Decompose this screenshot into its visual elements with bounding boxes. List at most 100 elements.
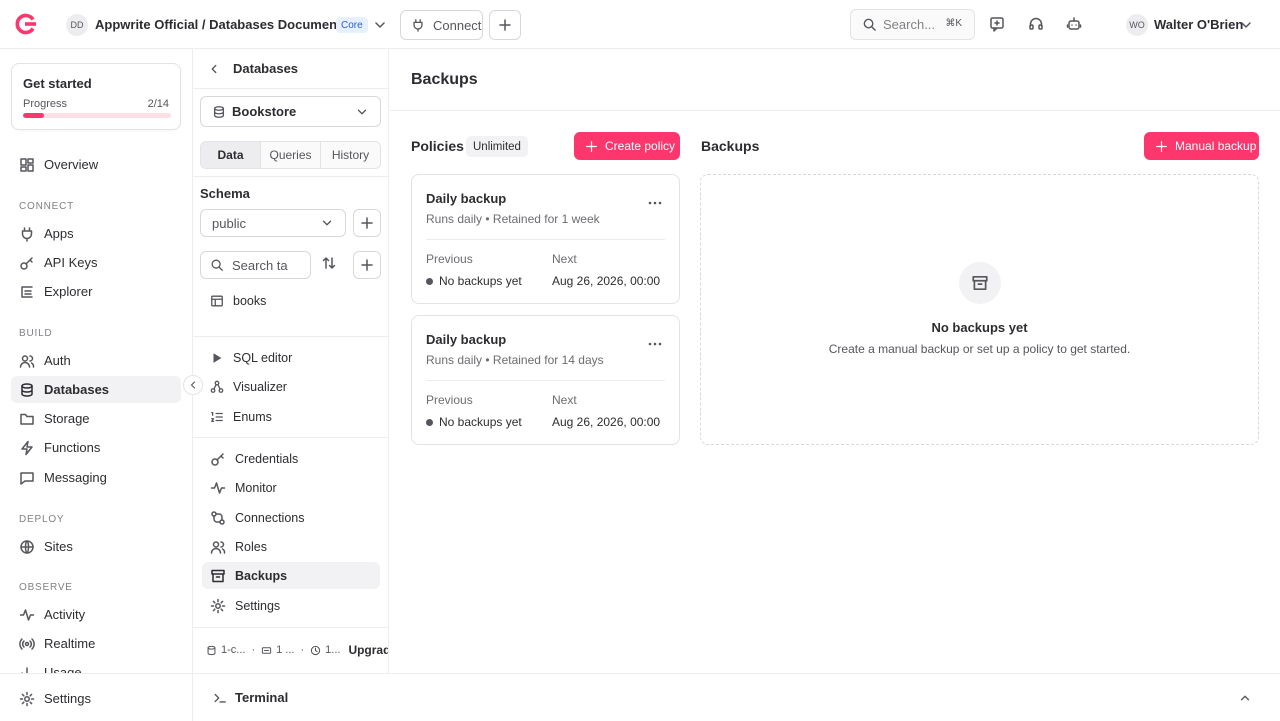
chevron-down-icon[interactable] [1238, 17, 1254, 33]
get-started-card[interactable]: Get started Progress 2/14 [11, 63, 181, 130]
connect-button[interactable]: Connect [400, 10, 483, 40]
backups-title: Backups [701, 138, 760, 154]
panel-item-roles[interactable]: Roles [202, 533, 380, 560]
assistant-bot-icon[interactable] [1066, 16, 1082, 32]
sidebar-item-label: Messaging [44, 470, 107, 485]
section-connect: CONNECT [19, 201, 75, 212]
plus-icon [361, 259, 373, 271]
divider [426, 380, 665, 381]
tool-item-visualizer[interactable]: Visualizer [202, 373, 380, 400]
sidebar-item-apps[interactable]: Apps [11, 220, 181, 247]
table-item-books[interactable]: books [202, 287, 380, 314]
database-icon [207, 645, 216, 655]
tool-item-enums[interactable]: Enums [202, 403, 380, 430]
sort-icon[interactable] [321, 255, 337, 271]
sidebar-item-auth[interactable]: Auth [11, 347, 181, 374]
usage-item: 1-c... [221, 644, 246, 656]
create-policy-button[interactable]: Create policy [574, 132, 680, 160]
bar-chart-icon [21, 667, 28, 673]
tool-label: Enums [233, 409, 272, 424]
key-icon [211, 452, 224, 466]
sidebar-item-label: Activity [44, 607, 86, 622]
sidebar-item-explorer[interactable]: Explorer [11, 278, 181, 305]
sidebar-item-sites[interactable]: Sites [11, 533, 181, 560]
status-dot [426, 277, 433, 285]
sidebar-item-storage[interactable]: Storage [11, 405, 181, 432]
user-avatar[interactable]: WO [1126, 14, 1148, 36]
tab-data[interactable]: Data [201, 142, 261, 168]
global-search[interactable]: Search... ⌘K [850, 9, 975, 40]
search-icon [863, 18, 876, 31]
chevron-left-icon [190, 381, 196, 389]
divider [193, 627, 388, 628]
previous-label: Previous [426, 393, 473, 407]
project-breadcrumb[interactable]: Appwrite Official / Databases Documentio… [95, 17, 361, 32]
table-icon [211, 295, 223, 306]
policies-title: Policies [411, 138, 464, 154]
back-to-databases[interactable]: Databases [193, 49, 388, 89]
project-avatar[interactable]: DD [66, 14, 88, 36]
table-search-input[interactable]: Search ta [200, 251, 311, 279]
next-label: Next [552, 393, 577, 407]
manual-backup-label: Manual backup [1175, 139, 1257, 153]
panel-item-label: Backups [235, 568, 288, 583]
panel-item-credentials[interactable]: Credentials [202, 445, 380, 472]
divider [0, 673, 193, 674]
gear-icon [210, 598, 226, 613]
next-value: Aug 26, 2026, 00:00 [552, 415, 661, 429]
more-options-icon[interactable] [647, 195, 663, 211]
usage-footer: 1-c... · 1 ... · 1... Upgrade [206, 643, 388, 657]
archive-icon [211, 569, 225, 582]
add-table-button[interactable] [353, 251, 381, 279]
status-dot [426, 418, 433, 426]
plus-icon [499, 19, 511, 31]
tool-item-sql-editor[interactable]: SQL editor [202, 344, 380, 371]
sidebar-item-label: Storage [44, 411, 90, 426]
sidebar-item-label: Functions [44, 440, 101, 455]
terminal-bar[interactable]: Terminal [193, 673, 1280, 721]
usage-item: 1... [325, 644, 341, 656]
sidebar-item-settings[interactable]: Settings [11, 685, 181, 712]
chevron-down-icon [357, 109, 367, 115]
appwrite-logo-icon[interactable] [15, 13, 37, 35]
add-schema-button[interactable] [353, 209, 381, 237]
more-options-icon[interactable] [647, 336, 663, 352]
chevron-up-icon[interactable] [1238, 691, 1252, 705]
progress-count: 2/14 [147, 98, 169, 110]
panel-item-monitor[interactable]: Monitor [202, 474, 380, 501]
graph-icon [210, 380, 224, 393]
tool-label: SQL editor [233, 350, 293, 365]
sidebar-item-realtime[interactable]: Realtime [11, 630, 181, 657]
policies-badge: Unlimited [466, 136, 528, 157]
upgrade-link[interactable]: Upgrade [348, 643, 388, 657]
sidebar-item-label: Realtime [44, 636, 96, 651]
panel-item-settings[interactable]: Settings [202, 592, 380, 619]
panel-item-connections[interactable]: Connections [202, 504, 380, 531]
sidebar-item-functions[interactable]: Functions [11, 434, 181, 461]
sidebar-item-usage[interactable]: Usage [11, 659, 181, 673]
collapse-sidebar-button[interactable] [183, 375, 203, 395]
feedback-icon[interactable] [989, 16, 1005, 32]
panel-item-backups[interactable]: Backups [202, 562, 380, 589]
sidebar-item-overview[interactable]: Overview [11, 151, 181, 178]
tab-queries[interactable]: Queries [261, 142, 321, 168]
sidebar-item-messaging[interactable]: Messaging [11, 464, 181, 491]
divider [426, 239, 665, 240]
headset-icon[interactable] [1028, 16, 1044, 32]
panel-item-label: Settings [235, 598, 281, 613]
table-name: books [233, 293, 267, 308]
tab-history[interactable]: History [321, 142, 380, 168]
sidebar-item-label: Databases [44, 382, 110, 397]
chevron-down-icon[interactable] [372, 17, 388, 33]
policy-title: Daily backup [426, 191, 507, 206]
database-select[interactable]: Bookstore [200, 96, 381, 127]
user-name[interactable]: Walter O'Brien [1154, 17, 1243, 32]
manual-backup-button[interactable]: Manual backup [1144, 132, 1259, 160]
sidebar-item-activity[interactable]: Activity [11, 601, 181, 628]
plus-icon [586, 140, 597, 152]
schema-select[interactable]: public [200, 209, 346, 237]
sidebar-item-label: Apps [44, 226, 74, 241]
sidebar-item-databases[interactable]: Databases [11, 376, 181, 403]
add-button[interactable] [489, 10, 521, 40]
sidebar-item-api-keys[interactable]: API Keys [11, 249, 181, 276]
